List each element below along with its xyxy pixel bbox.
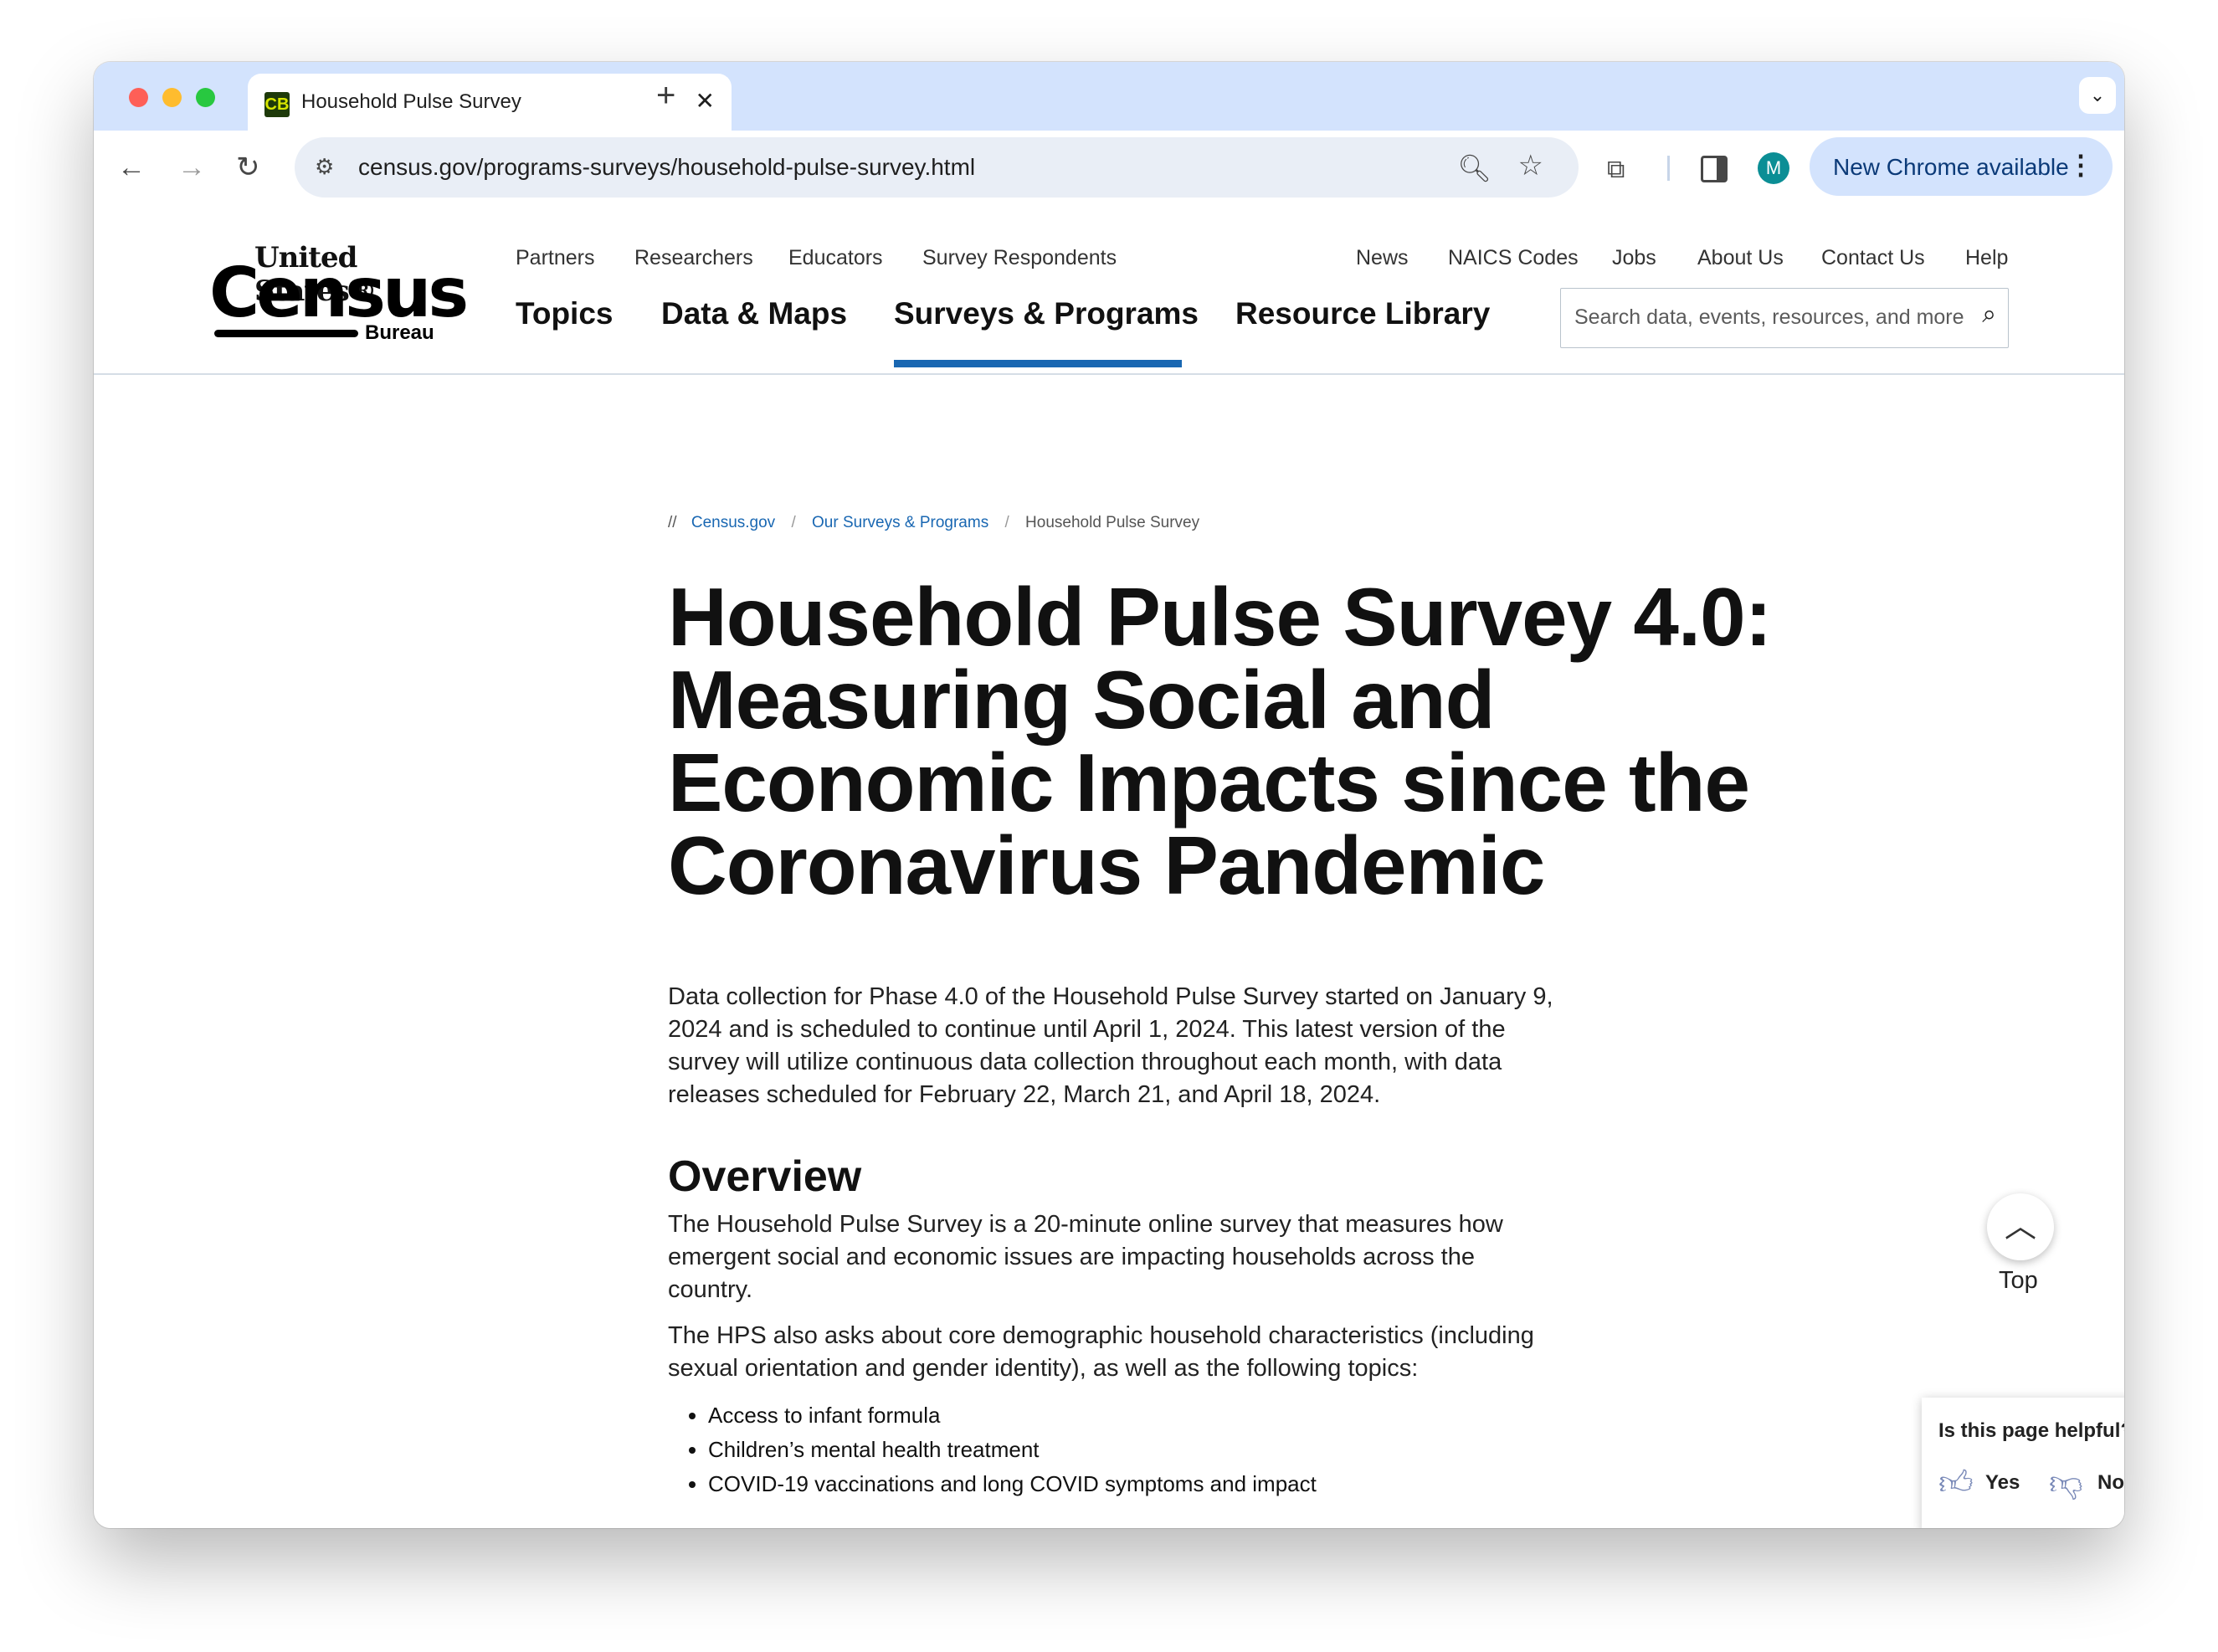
maximize-window-button[interactable] xyxy=(196,88,215,107)
minimize-window-button[interactable] xyxy=(162,88,182,107)
profile-avatar[interactable]: M xyxy=(1758,152,1789,184)
thumbs-up-icon[interactable]: 👍︎ xyxy=(1938,1463,1974,1503)
new-chrome-available-button[interactable]: New Chrome available ⋮ xyxy=(1810,137,2113,196)
main-content: // Census.gov / Our Surveys & Programs /… xyxy=(668,514,1990,1501)
util-nav-researchers[interactable]: Researchers xyxy=(634,246,753,270)
update-label: New Chrome available xyxy=(1833,154,2069,180)
breadcrumb-our-surveys-programs[interactable]: Our Surveys & Programs xyxy=(812,514,988,531)
overview-paragraph-2: The HPS also asks about core demographic… xyxy=(668,1322,1534,1382)
browser-window: CB Household Pulse Survey ✕ + ⌄ ← → ↻ ⚙ … xyxy=(94,62,2124,1528)
browser-toolbar: ← → ↻ ⚙ census.gov/programs-surveys/hous… xyxy=(94,131,2124,207)
intro-paragraph: Data collection for Phase 4.0 of the Hou… xyxy=(668,983,1553,1108)
chevron-up-icon: ︿ xyxy=(2004,1209,2036,1244)
toolbar-divider xyxy=(1667,156,1670,181)
feedback-question: Is this page helpful? xyxy=(1938,1419,2124,1442)
more-vert-icon[interactable]: ⋮ xyxy=(2067,149,2094,181)
tab-title: Household Pulse Survey xyxy=(301,90,521,113)
new-tab-plus-icon[interactable]: + xyxy=(656,79,675,112)
util-nav-survey-respondents[interactable]: Survey Respondents xyxy=(922,246,1117,270)
util-nav-news[interactable]: News xyxy=(1356,246,1409,270)
site-search-placeholder: Search data, events, resources, and more xyxy=(1574,305,1964,329)
tab-close-icon[interactable]: ✕ xyxy=(696,87,715,115)
util-nav-contact-us[interactable]: Contact Us xyxy=(1821,246,1925,270)
breadcrumb-separator: / xyxy=(1004,514,1009,531)
extensions-puzzle-icon[interactable]: ⧉ xyxy=(1607,156,1625,184)
feedback-yes-button[interactable]: Yes xyxy=(1985,1471,2020,1495)
address-bar[interactable]: ⚙ census.gov/programs-surveys/household-… xyxy=(295,137,1579,198)
tab-strip: CB Household Pulse Survey ✕ + ⌄ xyxy=(94,62,2124,131)
util-nav-about-us[interactable]: About Us xyxy=(1697,246,1784,270)
main-nav-data-maps[interactable]: Data & Maps xyxy=(661,296,847,331)
util-nav-educators[interactable]: Educators xyxy=(788,246,883,270)
topics-list: Access to infant formula Children’s ment… xyxy=(668,1398,1990,1501)
feedback-no-button[interactable]: No xyxy=(2097,1471,2124,1495)
breadcrumb-current: Household Pulse Survey xyxy=(1025,514,1200,531)
logo-census: Census xyxy=(209,254,469,333)
census-favicon-icon: CB xyxy=(264,92,290,117)
overview-paragraph-1: The Household Pulse Survey is a 20-minut… xyxy=(668,1211,1503,1303)
util-nav-naics-codes[interactable]: NAICS Codes xyxy=(1448,246,1579,270)
overview-heading: Overview xyxy=(668,1152,862,1201)
util-nav-partners[interactable]: Partners xyxy=(516,246,594,270)
close-window-button[interactable] xyxy=(129,88,148,107)
active-nav-indicator xyxy=(894,360,1182,367)
util-nav-jobs[interactable]: Jobs xyxy=(1612,246,1656,270)
reload-icon[interactable]: ↻ xyxy=(236,149,260,186)
url-text[interactable]: census.gov/programs-surveys/household-pu… xyxy=(358,154,975,181)
thumbs-down-icon[interactable]: 👎︎ xyxy=(2049,1463,2083,1503)
breadcrumb-separator: / xyxy=(791,514,796,531)
logo-underline xyxy=(214,330,358,337)
close-icon[interactable]: × xyxy=(2122,1411,2124,1442)
logo-bureau: Bureau xyxy=(365,321,434,344)
site-header: United States® Census Bureau Partners Re… xyxy=(94,206,2124,375)
back-arrow-icon[interactable]: ← xyxy=(117,149,146,186)
search-icon[interactable]: ⌕ xyxy=(1982,300,1996,329)
zoom-icon[interactable]: 🔍︎ xyxy=(1457,152,1492,184)
list-item: Access to infant formula xyxy=(708,1398,1990,1433)
breadcrumb: // Census.gov / Our Surveys & Programs /… xyxy=(668,514,1990,532)
back-to-top-label[interactable]: Top xyxy=(1999,1267,2038,1295)
main-nav-resource-library[interactable]: Resource Library xyxy=(1235,296,1490,331)
forward-arrow-icon[interactable]: → xyxy=(177,149,206,186)
side-panel-icon[interactable] xyxy=(1701,156,1728,182)
site-info-icon[interactable]: ⚙ xyxy=(315,154,334,180)
list-item: COVID-19 vaccinations and long COVID sym… xyxy=(708,1467,1990,1501)
feedback-widget: Is this page helpful? × 👍︎ Yes 👎︎ No xyxy=(1922,1398,2124,1528)
back-to-top-button[interactable]: ︿ xyxy=(1987,1193,2054,1260)
breadcrumb-census-gov[interactable]: Census.gov xyxy=(691,514,775,531)
bookmark-star-icon[interactable]: ☆ xyxy=(1518,149,1543,182)
breadcrumb-prefix: // xyxy=(668,514,677,531)
main-nav-topics[interactable]: Topics xyxy=(516,296,614,331)
tab-search-chevron-icon[interactable]: ⌄ xyxy=(2079,77,2116,114)
util-nav-help[interactable]: Help xyxy=(1965,246,2008,270)
site-search-input[interactable]: Search data, events, resources, and more… xyxy=(1560,288,2009,348)
census-logo[interactable]: United States® Census Bureau xyxy=(209,241,469,344)
main-nav-surveys-programs[interactable]: Surveys & Programs xyxy=(894,296,1199,331)
page-title: Household Pulse Survey 4.0: Measuring So… xyxy=(668,571,1772,911)
list-item: Children’s mental health treatment xyxy=(708,1433,1990,1467)
